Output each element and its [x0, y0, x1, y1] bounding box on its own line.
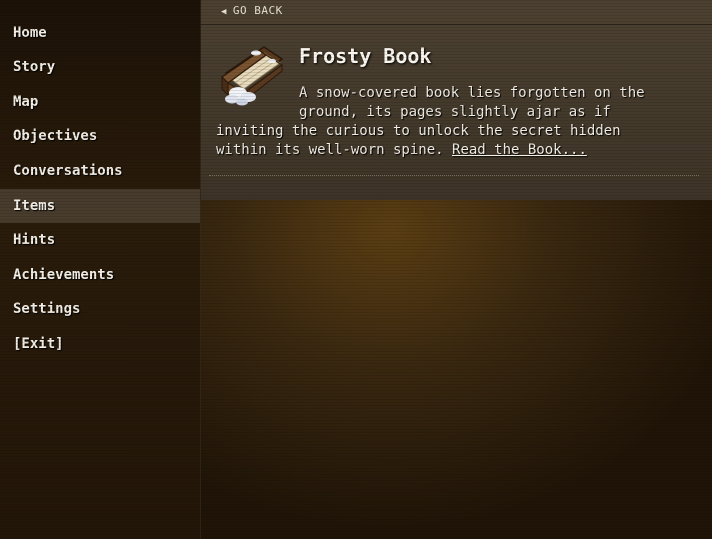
triangle-left-icon: ◀ [221, 7, 227, 17]
read-book-link[interactable]: Read the Book... [452, 142, 587, 158]
menu-item-map[interactable]: Map [0, 85, 200, 119]
go-back-button[interactable]: ◀ GO BACK [221, 4, 283, 17]
item-detail-panel: Frosty Book A snow-covered book lies for… [201, 25, 712, 200]
menu-item-hints[interactable]: Hints [0, 223, 200, 257]
top-bar: ◀ GO BACK [201, 0, 712, 25]
menu-item-home[interactable]: Home [0, 16, 200, 50]
menu-item-objectives[interactable]: Objectives [0, 119, 200, 153]
divider [209, 175, 699, 176]
item-title: Frosty Book [299, 44, 432, 68]
menu-item-story[interactable]: Story [0, 50, 200, 84]
menu-item-conversations[interactable]: Conversations [0, 154, 200, 188]
menu-item-achievements[interactable]: Achievements [0, 258, 200, 292]
go-back-label: GO BACK [232, 4, 283, 17]
item-description-block: A snow-covered book lies forgotten on th… [216, 84, 666, 160]
menu-item-items[interactable]: Items [0, 189, 200, 223]
menu-item-settings[interactable]: Settings [0, 292, 200, 326]
menu-item-exit[interactable]: [Exit] [0, 327, 200, 361]
sidebar-menu: Home Story Map Objectives Conversations … [0, 0, 201, 539]
